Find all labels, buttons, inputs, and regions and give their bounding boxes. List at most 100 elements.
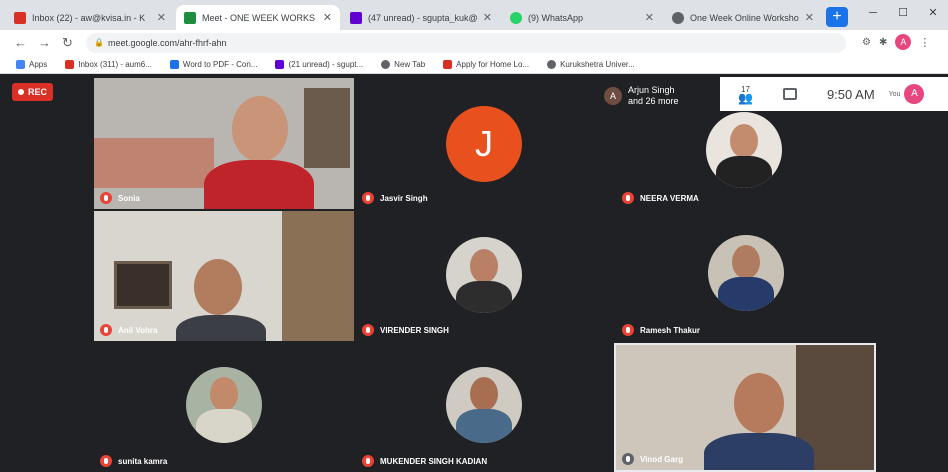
participant-name: Vinod Garg bbox=[640, 454, 683, 464]
participant-name-tag: NEERA VERMA bbox=[622, 192, 699, 204]
forward-button[interactable]: → bbox=[38, 35, 51, 50]
participant-tile[interactable]: Sonia bbox=[94, 78, 354, 209]
participant-tile[interactable]: J Jasvir Singh bbox=[356, 78, 614, 209]
extension-icon[interactable]: ⚙ bbox=[862, 37, 871, 48]
back-button[interactable]: ← bbox=[14, 35, 27, 50]
participant-tile[interactable]: Ramesh Thakur bbox=[616, 211, 876, 341]
mic-off-icon bbox=[100, 192, 112, 204]
bookmark-label: (21 unread) - sgupt... bbox=[288, 60, 364, 69]
chat-icon[interactable] bbox=[782, 88, 797, 100]
participant-body bbox=[176, 315, 266, 341]
address-bar[interactable]: 🔒 meet.google.com/ahr-fhrf-ahn bbox=[86, 33, 846, 53]
participant-name-tag: Anil Vohra bbox=[100, 324, 157, 336]
participant-body bbox=[704, 433, 814, 470]
bookmarks-bar: Apps Inbox (311) - aum6... Word to PDF -… bbox=[0, 56, 948, 74]
participant-name-tag: sunita kamra bbox=[100, 455, 167, 467]
host-text: Arjun Singh and 26 more bbox=[628, 85, 679, 107]
apps-icon bbox=[16, 60, 25, 69]
globe-icon bbox=[547, 60, 557, 69]
meet-call-area: REC Sonia J Jasvir Singh NEERA VERMA Ani… bbox=[10, 75, 948, 472]
gmail-icon bbox=[65, 60, 75, 69]
mic-off-icon bbox=[362, 324, 374, 336]
avatar: A bbox=[604, 87, 622, 105]
host-more: and 26 more bbox=[628, 96, 679, 106]
recording-label: REC bbox=[28, 87, 48, 97]
mic-off-icon bbox=[362, 192, 374, 204]
face-image bbox=[732, 245, 760, 279]
maximize-icon[interactable]: ☐ bbox=[888, 0, 918, 30]
tab-title: Meet - ONE WEEK WORKS bbox=[202, 12, 316, 23]
meet-top-controls: 17 👥 9:50 AM You A bbox=[720, 77, 948, 111]
bank-icon bbox=[443, 60, 453, 69]
tab-title: Inbox (22) - aw@kvisa.in - K bbox=[32, 12, 146, 23]
reload-button[interactable]: ↻ bbox=[62, 35, 73, 51]
close-icon[interactable]: ✕ bbox=[805, 11, 814, 24]
avatar[interactable]: A bbox=[904, 84, 925, 104]
mic-off-icon bbox=[100, 455, 112, 467]
participant-face bbox=[734, 373, 784, 433]
globe-icon bbox=[672, 11, 684, 24]
participant-name-tag: Sonia bbox=[100, 192, 140, 204]
participant-tile[interactable]: Anil Vohra bbox=[94, 211, 354, 341]
record-dot-icon bbox=[18, 89, 24, 95]
host-name: Arjun Singh bbox=[628, 85, 675, 95]
participant-tile[interactable]: sunita kamra bbox=[94, 343, 354, 472]
window-controls: ─ ☐ ✕ bbox=[858, 0, 948, 30]
clock: 9:50 AM bbox=[826, 86, 875, 102]
bookmark-label: Apps bbox=[29, 60, 48, 69]
tab-workshop[interactable]: One Week Online Workshop on ✕ bbox=[664, 5, 822, 30]
participant-name-tag: MUKENDER SINGH KADIAN bbox=[362, 455, 487, 467]
bookmark-label: Apply for Home Lo... bbox=[456, 60, 530, 69]
participant-tile[interactable]: Vinod Garg bbox=[614, 343, 876, 472]
curtain-image bbox=[94, 138, 214, 188]
body-image bbox=[456, 281, 512, 313]
participant-name: NEERA VERMA bbox=[640, 193, 699, 203]
bookmark-item[interactable]: Word to PDF - Con... bbox=[169, 60, 257, 69]
participant-name-tag: Vinod Garg bbox=[622, 453, 683, 465]
participant-name: Jasvir Singh bbox=[380, 193, 428, 203]
bookmark-item[interactable]: Kurukshetra Univer... bbox=[547, 60, 635, 69]
minimize-icon[interactable]: ─ bbox=[858, 0, 888, 30]
participant-name-tag: Jasvir Singh bbox=[362, 192, 428, 204]
participant-name: MUKENDER SINGH KADIAN bbox=[380, 456, 488, 466]
people-button[interactable]: 17 👥 bbox=[738, 86, 753, 105]
face-image bbox=[730, 124, 758, 158]
participant-name: Sonia bbox=[118, 193, 140, 203]
close-icon[interactable]: ✕ bbox=[483, 11, 492, 24]
tab-yahoo-mail[interactable]: (47 unread) - sgupta_kuk@yah ✕ bbox=[342, 5, 500, 30]
frame-image bbox=[114, 261, 172, 309]
mic-off-icon bbox=[622, 324, 634, 336]
tab-meet[interactable]: Meet - ONE WEEK WORKS ✕ bbox=[176, 5, 340, 30]
close-icon[interactable]: ✕ bbox=[323, 11, 332, 24]
close-icon[interactable]: ✕ bbox=[645, 11, 654, 24]
participant-tile[interactable]: MUKENDER SINGH KADIAN bbox=[356, 343, 614, 472]
bookmark-item[interactable]: Apps bbox=[16, 60, 47, 69]
close-icon[interactable]: ✕ bbox=[157, 11, 166, 24]
people-icon: 👥 bbox=[738, 91, 753, 105]
participant-face bbox=[194, 259, 242, 315]
bookmark-item[interactable]: Apply for Home Lo... bbox=[443, 60, 529, 69]
participant-name-tag: VIRENDER SINGH bbox=[362, 324, 449, 336]
profile-avatar[interactable]: A bbox=[895, 34, 912, 50]
globe-icon bbox=[381, 60, 391, 69]
avatar bbox=[186, 367, 262, 443]
gmail-icon bbox=[14, 11, 26, 24]
close-window-icon[interactable]: ✕ bbox=[918, 0, 948, 30]
body-image bbox=[716, 156, 772, 188]
bookmark-item[interactable]: New Tab bbox=[381, 60, 425, 69]
tab-gmail[interactable]: Inbox (22) - aw@kvisa.in - K ✕ bbox=[6, 5, 174, 30]
new-tab-button[interactable]: + bbox=[826, 7, 848, 27]
audio-icon bbox=[622, 453, 634, 465]
participant-tile[interactable]: VIRENDER SINGH bbox=[356, 211, 614, 341]
bookmark-label: Inbox (311) - aum6... bbox=[78, 60, 152, 69]
avatar bbox=[706, 112, 782, 188]
bookmark-item[interactable]: (21 unread) - sgupt... bbox=[275, 60, 363, 69]
bookmark-item[interactable]: Inbox (311) - aum6... bbox=[65, 60, 152, 69]
host-info: A Arjun Singh and 26 more bbox=[600, 83, 720, 109]
tab-title: (9) WhatsApp bbox=[528, 12, 584, 23]
puzzle-icon[interactable]: ✱ bbox=[879, 37, 887, 48]
tab-whatsapp[interactable]: (9) WhatsApp ✕ bbox=[502, 5, 662, 30]
bookmark-label: New Tab bbox=[394, 60, 426, 69]
menu-icon[interactable]: ⋮ bbox=[919, 36, 930, 49]
face-image bbox=[470, 249, 498, 283]
